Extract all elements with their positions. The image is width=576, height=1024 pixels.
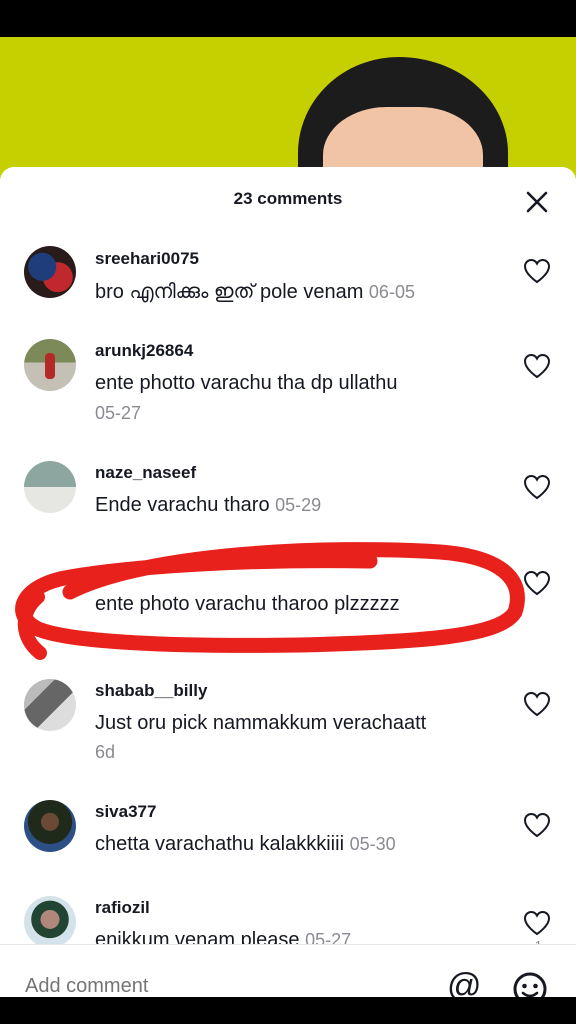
status-bar (0, 0, 576, 37)
comment-username[interactable]: sreehari0075 (95, 249, 199, 269)
comment-text: enikkum venam please 05-27 (95, 925, 506, 944)
add-comment-input[interactable] (25, 975, 405, 998)
comment-text: bro എനിക്കും ഇത് pole venam 06-05 (95, 277, 506, 307)
avatar[interactable] (24, 461, 76, 513)
close-icon (526, 191, 548, 213)
comment-body: bro എനിക്കും ഇത് pole venam (95, 281, 364, 303)
comment-body: chetta varachathu kalakkkiiii (95, 833, 345, 855)
heart-outline-icon (523, 353, 551, 379)
comment-text: chetta varachathu kalakkkiiii 05-30 (95, 829, 506, 859)
navigation-bar (0, 997, 576, 1024)
comment-body: Ende varachu tharo (95, 494, 270, 516)
comment-item-highlighted: ente photo varachu tharoo plzzzzz (0, 559, 576, 669)
comment-date: 05-27 (95, 403, 142, 423)
comment-item: rafiozil enikkum venam please 05-27 1 (0, 894, 576, 944)
comment-list[interactable]: sreehari0075 bro എനിക്കും ഇത് pole venam… (0, 229, 576, 944)
like-button[interactable] (523, 474, 551, 500)
heart-outline-icon (523, 691, 551, 717)
comment-text: ente photo varachu tharoo plzzzzz (95, 593, 400, 615)
avatar[interactable] (24, 800, 76, 852)
heart-outline-icon (523, 570, 551, 596)
comment-date: 05-27 (305, 930, 352, 944)
comment-username[interactable]: rafiozil (95, 898, 150, 918)
like-button[interactable] (523, 691, 551, 717)
like-button[interactable] (523, 910, 551, 936)
avatar[interactable] (24, 339, 76, 391)
comment-item: naze_naseef Ende varachu tharo 05-29 (0, 459, 576, 559)
comment-username[interactable]: naze_naseef (95, 463, 196, 483)
comment-text: ente photto varachu tha dp ullathu (95, 372, 398, 394)
close-button[interactable] (520, 185, 554, 219)
heart-outline-icon (523, 812, 551, 838)
like-button[interactable] (523, 258, 551, 284)
comment-item: siva377 chetta varachathu kalakkkiiii 05… (0, 798, 576, 893)
comments-sheet: 23 comments sreehari0075 bro എനിക്കും ഇത… (0, 167, 576, 1024)
avatar[interactable] (24, 679, 76, 731)
comment-item: shabab__billy Just oru pick nammakkum ve… (0, 677, 576, 792)
comment-text: Just oru pick nammakkum verachaatt (95, 712, 427, 734)
heart-outline-icon (523, 474, 551, 500)
comment-count: 23 comments (233, 189, 343, 208)
heart-outline-icon (523, 258, 551, 284)
like-button[interactable] (523, 353, 551, 379)
comment-username[interactable]: arunkj26864 (95, 341, 193, 361)
heart-outline-icon (523, 910, 551, 936)
comment-text: Ende varachu tharo 05-29 (95, 490, 506, 520)
comment-body: enikkum venam please (95, 929, 300, 944)
comment-item: sreehari0075 bro എനിക്കും ഇത് pole venam… (0, 241, 576, 336)
avatar[interactable] (24, 896, 76, 944)
comments-header: 23 comments (0, 167, 576, 229)
like-button[interactable] (523, 570, 551, 596)
comment-date: 6d (95, 742, 116, 762)
comment-username[interactable]: siva377 (95, 802, 156, 822)
comment-username[interactable]: shabab__billy (95, 681, 207, 701)
avatar[interactable] (24, 246, 76, 298)
comment-item: arunkj26864 ente photto varachu tha dp u… (0, 337, 576, 457)
like-button[interactable] (523, 812, 551, 838)
comment-date: 05-29 (275, 495, 322, 515)
comment-date: 05-30 (349, 834, 396, 854)
comment-date: 06-05 (368, 282, 415, 302)
video-background (0, 37, 576, 187)
